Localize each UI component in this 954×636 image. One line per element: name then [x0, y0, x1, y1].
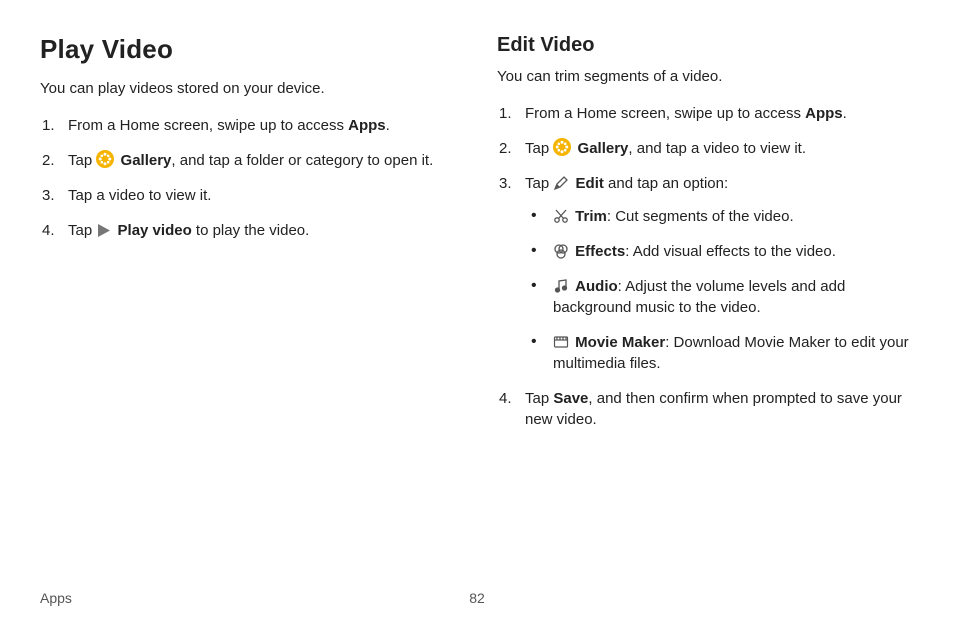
- audio-note-icon: [553, 278, 569, 294]
- bold-edit: Edit: [576, 175, 604, 192]
- gallery-icon: [96, 150, 114, 168]
- text: : Cut segments of the video.: [607, 208, 794, 225]
- bold-movie-maker: Movie Maker: [575, 334, 665, 351]
- step-2: Tap Gallery, and tap a folder or categor…: [40, 150, 457, 171]
- step-3: Tap a video to view it.: [40, 185, 457, 206]
- option-audio: Audio: Adjust the volume levels and add …: [525, 276, 914, 318]
- text: Tap: [525, 175, 553, 192]
- text: .: [843, 105, 847, 122]
- text: Tap: [68, 152, 96, 169]
- lead-edit-video: You can trim segments of a video.: [497, 67, 914, 87]
- option-movie-maker: Movie Maker: Download Movie Maker to edi…: [525, 332, 914, 374]
- step-4: Tap Play video to play the video.: [40, 220, 457, 241]
- text: .: [386, 117, 390, 134]
- footer-page-number: 82: [469, 590, 485, 606]
- steps-edit-video: From a Home screen, swipe up to access A…: [497, 103, 914, 430]
- step-3: Tap Edit and tap an option: Trim: Cut se…: [497, 173, 914, 374]
- text: , and tap a folder or category to open i…: [171, 152, 433, 169]
- text: , and tap a video to view it.: [628, 140, 806, 157]
- text: Tap: [525, 390, 553, 407]
- trim-scissors-icon: [553, 208, 569, 224]
- bold-trim: Trim: [575, 208, 607, 225]
- edit-pencil-icon: [553, 175, 569, 191]
- right-column: Edit Video You can trim segments of a vi…: [497, 34, 914, 444]
- heading-play-video: Play Video: [40, 34, 457, 65]
- edit-options: Trim: Cut segments of the video. Effects…: [525, 206, 914, 374]
- text: to play the video.: [192, 222, 310, 239]
- bold-apps: Apps: [348, 117, 386, 134]
- bold-gallery: Gallery: [578, 140, 629, 157]
- text: Tap a video to view it.: [68, 187, 211, 204]
- text: Tap: [68, 222, 96, 239]
- step-4: Tap Save, and then confirm when prompted…: [497, 388, 914, 430]
- lead-play-video: You can play videos stored on your devic…: [40, 79, 457, 99]
- step-2: Tap Gallery, and tap a video to view it.: [497, 138, 914, 159]
- bold-apps: Apps: [805, 105, 843, 122]
- steps-play-video: From a Home screen, swipe up to access A…: [40, 115, 457, 241]
- footer-section: Apps: [40, 590, 72, 606]
- option-trim: Trim: Cut segments of the video.: [525, 206, 914, 227]
- step-1: From a Home screen, swipe up to access A…: [497, 103, 914, 124]
- gallery-icon: [553, 138, 571, 156]
- heading-edit-video: Edit Video: [497, 34, 914, 57]
- play-icon: [96, 223, 111, 238]
- movie-maker-icon: [553, 334, 569, 350]
- bold-gallery: Gallery: [121, 152, 172, 169]
- page-footer: Apps 82: [40, 590, 914, 606]
- effects-icon: [553, 243, 569, 259]
- left-column: Play Video You can play videos stored on…: [40, 34, 457, 444]
- bold-save: Save: [553, 390, 588, 407]
- text: From a Home screen, swipe up to access: [525, 105, 805, 122]
- text: Tap: [525, 140, 553, 157]
- bold-audio: Audio: [575, 278, 618, 295]
- text: From a Home screen, swipe up to access: [68, 117, 348, 134]
- text: and tap an option:: [604, 175, 728, 192]
- bold-effects: Effects: [575, 243, 625, 260]
- page-body: Play Video You can play videos stored on…: [0, 0, 954, 444]
- step-1: From a Home screen, swipe up to access A…: [40, 115, 457, 136]
- text: : Add visual effects to the video.: [625, 243, 836, 260]
- option-effects: Effects: Add visual effects to the video…: [525, 241, 914, 262]
- bold-play-video: Play video: [118, 222, 192, 239]
